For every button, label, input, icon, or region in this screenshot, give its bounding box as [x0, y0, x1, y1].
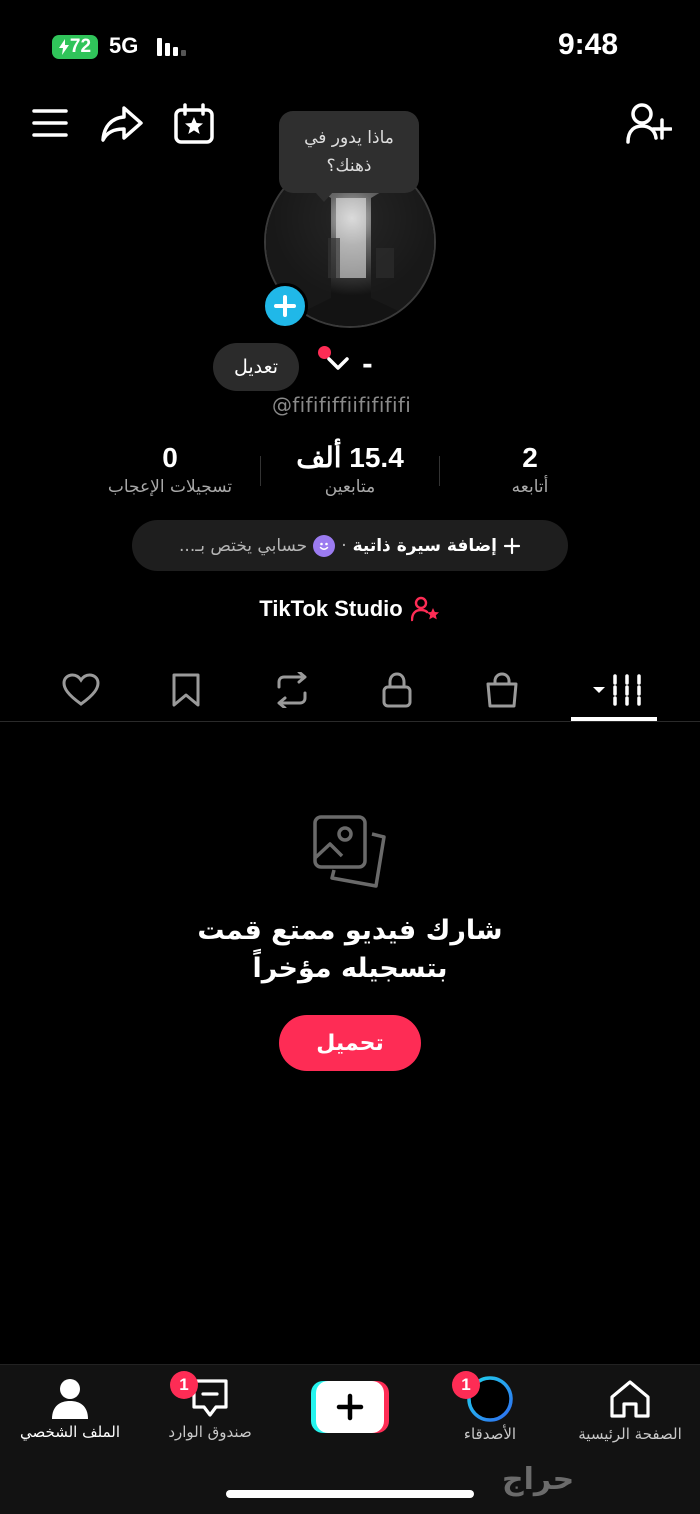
repost-icon — [277, 672, 307, 708]
empty-line-1: شارك فيديو ممتع قمت — [197, 915, 503, 946]
add-bio-button[interactable]: إضافة سيرة ذاتية · حسابي يختص بـ... — [132, 520, 568, 571]
photos-icon — [310, 812, 390, 892]
following-label: أتابعه — [511, 477, 549, 497]
likes-stat[interactable]: 0 تسجيلات الإعجاب — [85, 442, 255, 500]
tab-reposts[interactable] — [267, 666, 317, 714]
smile-emoji-icon — [313, 534, 336, 557]
share-icon[interactable] — [100, 104, 144, 144]
nav-profile[interactable]: الملف الشخصي — [10, 1375, 130, 1441]
inbox-badge: 1 — [170, 1371, 198, 1399]
followers-label: متابعين — [324, 477, 376, 497]
stat-divider — [439, 456, 440, 486]
edit-profile-button[interactable]: تعديل — [213, 343, 299, 391]
clock: 9:48 — [557, 28, 618, 61]
tab-shop[interactable] — [477, 666, 527, 714]
plus-icon — [274, 295, 296, 317]
display-name: - — [362, 350, 373, 380]
followers-stat[interactable]: 15.4 ألف متابعين — [275, 442, 425, 500]
create-plus-icon — [311, 1381, 389, 1433]
calendar-star-icon[interactable] — [173, 103, 215, 145]
add-friend-icon[interactable] — [626, 102, 672, 146]
nav-friends-label: الأصدقاء — [463, 1425, 517, 1443]
tooltip-line-1: ماذا يدور في — [304, 128, 394, 148]
nav-home-label: الصفحة الرئيسية — [578, 1425, 682, 1443]
home-indicator[interactable] — [226, 1490, 474, 1498]
tab-liked[interactable] — [56, 666, 106, 714]
bio-hint: حسابي يختص بـ... — [179, 535, 308, 556]
nav-home[interactable]: الصفحة الرئيسية — [570, 1375, 690, 1443]
add-bio-label: إضافة سيرة ذاتية — [352, 535, 497, 556]
lock-icon — [382, 672, 412, 708]
creator-star-icon — [410, 596, 439, 622]
battery-indicator: 72 — [52, 35, 98, 59]
nav-profile-label: الملف الشخصي — [20, 1423, 120, 1441]
charging-bolt-icon — [58, 39, 69, 55]
following-count: 2 — [522, 442, 538, 473]
tiktok-studio-link[interactable]: TikTok Studio — [0, 596, 700, 622]
tab-private[interactable] — [372, 666, 422, 714]
signal-icon — [157, 38, 186, 56]
nav-inbox-label: صندوق الوارد — [168, 1423, 252, 1441]
active-tab-indicator — [571, 717, 657, 721]
likes-count: 0 — [162, 442, 178, 473]
nav-friends[interactable]: الأصدقاء 1 — [440, 1371, 540, 1443]
bookmark-icon — [172, 673, 200, 707]
upload-button[interactable]: تحميل — [279, 1015, 421, 1071]
empty-state-title: شارك فيديو ممتع قمت بتسجيله مؤخراً — [0, 912, 700, 988]
following-stat[interactable]: 2 أتابعه — [470, 442, 590, 500]
profile-person-icon — [52, 1379, 88, 1419]
bio-separator: · — [341, 535, 347, 556]
content-tabs — [0, 660, 700, 722]
tab-favorites[interactable] — [161, 666, 211, 714]
tab-videos[interactable] — [588, 666, 652, 714]
grid-bars-icon — [593, 674, 641, 706]
chevron-down-icon[interactable] — [326, 356, 350, 372]
plus-icon — [503, 537, 521, 554]
nav-inbox[interactable]: صندوق الوارد 1 — [160, 1371, 260, 1441]
menu-icon[interactable] — [32, 108, 68, 138]
haraj-watermark: حراج — [502, 1462, 575, 1497]
add-avatar-button[interactable] — [262, 283, 308, 329]
heart-icon — [62, 673, 100, 706]
network-type: 5G — [109, 33, 139, 58]
friends-badge: 1 — [452, 1371, 480, 1399]
username: @fifififfiififififi — [272, 393, 412, 417]
shopping-bag-icon — [486, 672, 518, 708]
followers-count: 15.4 ألف — [296, 442, 404, 473]
battery-level: 72 — [69, 36, 92, 57]
tooltip-line-2: ذهنك؟ — [326, 156, 372, 176]
likes-label: تسجيلات الإعجاب — [107, 477, 233, 497]
stat-divider — [260, 456, 261, 486]
status-tooltip[interactable]: ماذا يدور في ذهنك؟ — [279, 111, 419, 202]
studio-label: TikTok Studio — [259, 596, 403, 621]
create-button[interactable] — [311, 1381, 389, 1433]
home-icon — [610, 1380, 650, 1418]
empty-line-2: بتسجيله مؤخراً — [252, 953, 448, 984]
